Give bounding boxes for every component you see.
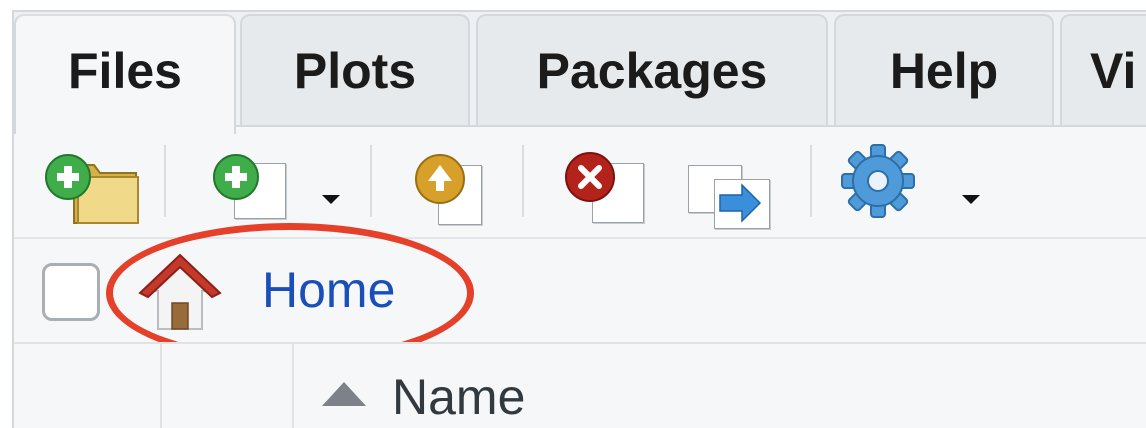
file-table-header: Name	[14, 342, 1146, 428]
upload-button[interactable]	[394, 127, 504, 237]
tab-packages-label: Packages	[536, 43, 768, 99]
toolbar-separator	[164, 145, 166, 217]
tab-plots-label: Plots	[293, 43, 417, 99]
new-file-button[interactable]	[192, 127, 352, 237]
new-folder-icon	[45, 154, 139, 224]
column-divider	[292, 344, 294, 428]
toolbar-separator	[522, 145, 524, 217]
new-file-icon	[213, 154, 259, 200]
new-folder-button[interactable]	[42, 127, 142, 237]
tab-viewer-label: Vi	[1090, 43, 1137, 99]
column-divider	[160, 344, 162, 428]
rename-button[interactable]	[674, 127, 794, 237]
delete-button[interactable]	[544, 127, 654, 237]
tab-files-label: Files	[68, 43, 182, 99]
tab-files[interactable]: Files	[14, 14, 236, 134]
tab-help[interactable]: Help	[834, 14, 1054, 127]
chevron-down-icon[interactable]	[962, 195, 980, 204]
tab-plots[interactable]: Plots	[240, 14, 470, 127]
tab-packages[interactable]: Packages	[476, 14, 828, 127]
toolbar-separator	[370, 145, 372, 217]
tab-viewer[interactable]: Vi	[1060, 14, 1146, 127]
chevron-down-icon[interactable]	[322, 195, 340, 204]
breadcrumb: Home	[14, 223, 1146, 363]
files-pane: Files Plots Packages Help Vi Home Name	[12, 10, 1146, 428]
delete-icon	[565, 152, 615, 202]
files-toolbar	[14, 127, 1146, 237]
select-all-checkbox[interactable]	[42, 263, 100, 321]
sort-ascending-icon[interactable]	[322, 382, 366, 406]
tab-help-label: Help	[889, 43, 999, 99]
upload-icon	[415, 154, 465, 204]
gear-icon	[841, 144, 915, 218]
toolbar-separator	[810, 145, 812, 217]
tab-bar: Files Plots Packages Help Vi	[14, 12, 1146, 134]
column-header-name[interactable]: Name	[392, 366, 525, 428]
rename-icon	[719, 183, 762, 223]
more-options-button[interactable]	[832, 127, 1002, 237]
